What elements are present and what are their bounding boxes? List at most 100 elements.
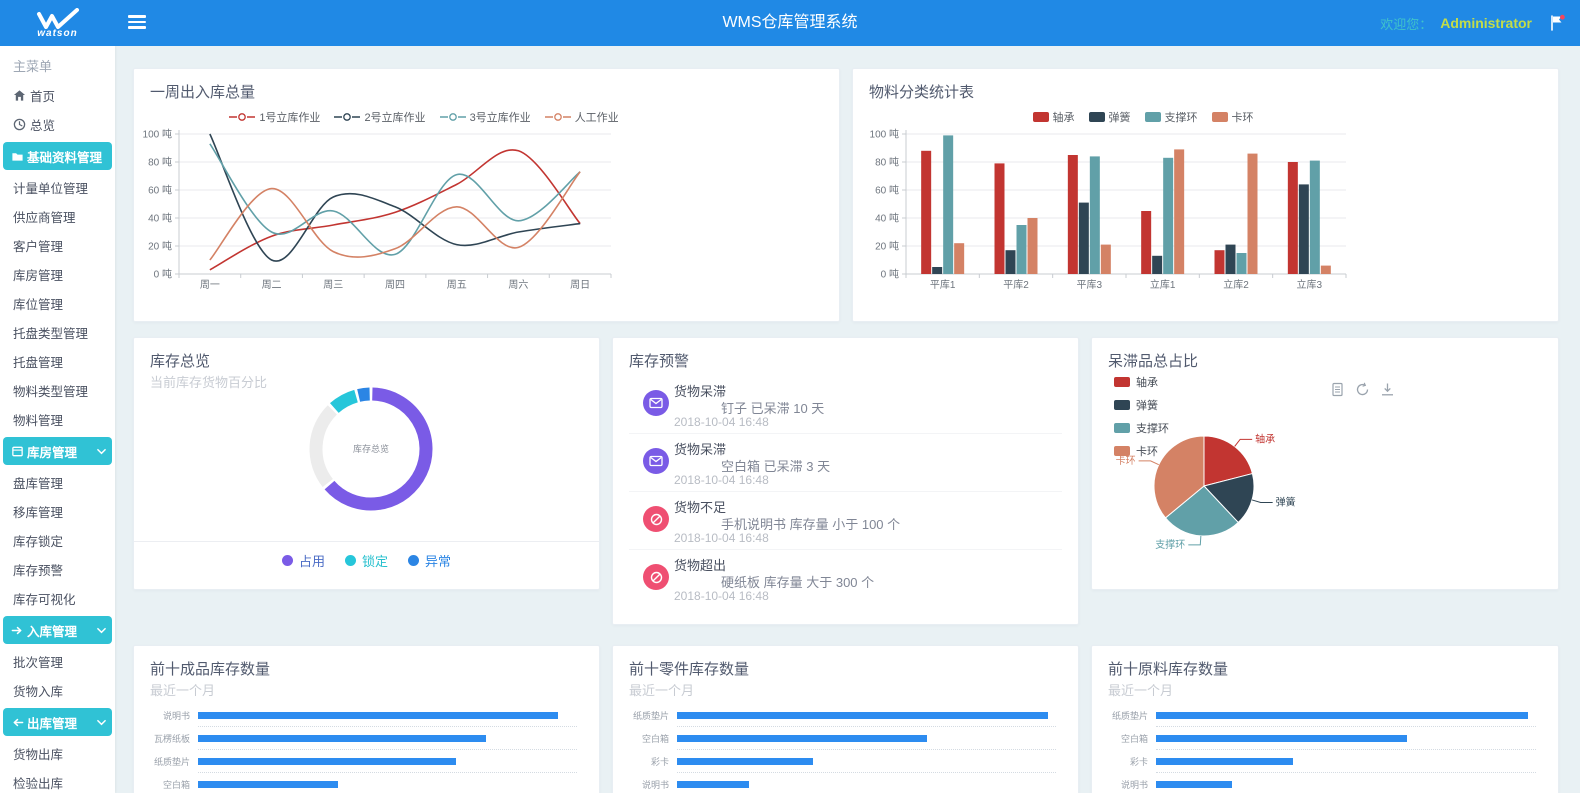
- chevron-down-icon: [97, 448, 106, 455]
- legend-item[interactable]: 锁定: [345, 551, 388, 570]
- hbar-track: [198, 735, 577, 742]
- alert-time: 2018-10-04 16:48: [674, 531, 769, 545]
- notification-flag-icon[interactable]: [1548, 14, 1566, 32]
- bar-chart: 0 吨20 吨40 吨60 吨80 吨100 吨平库1平库2平库3立库1立库2立…: [853, 124, 1393, 300]
- flag-icon: [1548, 14, 1566, 32]
- hbar-label: 说明书: [613, 778, 677, 791]
- svg-text:立库1: 立库1: [1150, 278, 1176, 291]
- svg-text:0 吨: 0 吨: [154, 268, 172, 281]
- card-title: 库存总览: [150, 350, 210, 371]
- alert-title: 货物呆滞: [674, 381, 726, 400]
- alert-icon: [643, 506, 669, 532]
- sidebar-item[interactable]: 托盘管理: [0, 347, 115, 376]
- svg-text:库存总览: 库存总览: [353, 443, 389, 454]
- sidebar-item[interactable]: 批次管理: [0, 647, 115, 676]
- alert-icon: [643, 564, 669, 590]
- sidebar-item[interactable]: 物料类型管理: [0, 376, 115, 405]
- sidebar-item[interactable]: 货物出库: [0, 739, 115, 768]
- hbar-row: 纸质垫片: [134, 750, 599, 772]
- legend-item[interactable]: 轴承: [1114, 374, 1169, 390]
- hbar-bar: [1156, 735, 1407, 742]
- card-material-stats: 物料分类统计表 轴承弹簧支撑环卡环 0 吨20 吨40 吨60 吨80 吨100…: [852, 68, 1559, 322]
- legend-label: 弹簧: [1136, 397, 1158, 413]
- divider: [134, 541, 599, 542]
- legend-item[interactable]: 卡环: [1212, 109, 1254, 125]
- sidebar-group[interactable]: 库房管理: [3, 437, 112, 465]
- svg-text:周四: 周四: [385, 279, 405, 291]
- hbar-row: 彩卡: [1092, 750, 1558, 772]
- data-view-icon[interactable]: [1330, 382, 1345, 397]
- alert-item: 货物超出硬纸板 库存量 大于 300 个2018-10-04 16:48: [629, 550, 1062, 607]
- legend-item[interactable]: 3号立库作业: [440, 109, 531, 125]
- legend-item[interactable]: 2号立库作业: [334, 109, 425, 125]
- sidebar-item[interactable]: 货物入库: [0, 676, 115, 705]
- card-title: 库存预警: [629, 350, 689, 371]
- username[interactable]: Administrator: [1440, 15, 1532, 31]
- legend-item[interactable]: 1号立库作业: [229, 109, 320, 125]
- hbar-row: 彩卡: [613, 750, 1078, 772]
- card-title: 一周出入库总量: [150, 81, 255, 102]
- hbar-label: 纸质垫片: [134, 755, 198, 768]
- legend-label: 人工作业: [575, 109, 619, 125]
- card-top10-parts: 前十零件库存数量 最近一个月 纸质垫片空白箱彩卡说明书: [612, 645, 1079, 793]
- restore-icon[interactable]: [1355, 382, 1370, 397]
- sidebar-item[interactable]: 托盘类型管理: [0, 318, 115, 347]
- hbar-bar: [1156, 758, 1293, 765]
- hbar-bar: [198, 712, 558, 719]
- sidebar-item[interactable]: 库存锁定: [0, 526, 115, 555]
- legend-item[interactable]: 弹簧: [1114, 397, 1169, 413]
- hbar-label: 说明书: [1092, 778, 1156, 791]
- pie-chart: 轴承弹簧支撑环卡环: [1092, 428, 1432, 589]
- legend-item[interactable]: 占用: [282, 551, 325, 570]
- sidebar-item-label: 库房管理: [13, 265, 63, 284]
- sidebar-item-label: 检验出库: [13, 773, 63, 792]
- sidebar-group[interactable]: 出库管理: [3, 708, 112, 736]
- alert-time: 2018-10-04 16:48: [674, 415, 769, 429]
- hbar-label: 空白箱: [1092, 732, 1156, 745]
- sidebar-item[interactable]: 库位管理: [0, 289, 115, 318]
- sidebar-item[interactable]: 首页: [0, 81, 115, 110]
- card-subtitle: 最近一个月: [629, 680, 694, 699]
- sidebar-item[interactable]: 总览: [0, 110, 115, 139]
- sidebar-item[interactable]: 库存可视化: [0, 584, 115, 613]
- line-chart: 0 吨20 吨40 吨60 吨80 吨100 吨周一周二周三周四周五周六周日: [134, 124, 714, 300]
- card-title: 前十零件库存数量: [629, 658, 749, 679]
- sidebar-item[interactable]: 物料管理: [0, 405, 115, 434]
- legend-item[interactable]: 异常: [408, 551, 451, 570]
- hbar-label: 彩卡: [1092, 755, 1156, 768]
- hbar-label: 瓦楞纸板: [134, 732, 198, 745]
- sidebar-item[interactable]: 库存预警: [0, 555, 115, 584]
- sidebar-item[interactable]: 移库管理: [0, 497, 115, 526]
- hbar-bar: [198, 758, 456, 765]
- mail-icon: [643, 390, 669, 416]
- save-image-icon[interactable]: [1380, 382, 1395, 397]
- hbar-row: 纸质垫片: [1092, 704, 1558, 726]
- hbar-bar: [677, 781, 749, 788]
- hbar-track: [1156, 735, 1536, 742]
- warehouse-icon: [11, 445, 24, 458]
- legend-item[interactable]: 弹簧: [1089, 109, 1131, 125]
- sidebar-item[interactable]: 检验出库: [0, 768, 115, 793]
- alert-item: 货物不足手机说明书 库存量 小于 100 个2018-10-04 16:48: [629, 492, 1062, 550]
- legend-item[interactable]: 支撑环: [1145, 109, 1198, 125]
- sidebar-group[interactable]: 基础资料管理: [3, 142, 112, 170]
- page-title: WMS仓库管理系统: [0, 0, 1580, 46]
- sidebar-group[interactable]: 入库管理: [3, 616, 112, 644]
- legend-item[interactable]: 人工作业: [545, 109, 619, 125]
- hbar-label: 纸质垫片: [613, 709, 677, 722]
- hbar-track: [1156, 712, 1536, 719]
- hbar-track: [198, 712, 577, 719]
- legend-item[interactable]: 轴承: [1033, 109, 1075, 125]
- sidebar-item[interactable]: 供应商管理: [0, 202, 115, 231]
- sidebar-item[interactable]: 库房管理: [0, 260, 115, 289]
- hbar-track: [1156, 781, 1536, 788]
- mail-icon: [643, 448, 669, 474]
- donut-legend: 占用 锁定 异常: [134, 551, 599, 570]
- sidebar-item[interactable]: 客户管理: [0, 231, 115, 260]
- sidebar-item[interactable]: 盘库管理: [0, 468, 115, 497]
- sidebar-item-label: 客户管理: [13, 236, 63, 255]
- card-top10-raw: 前十原料库存数量 最近一个月 纸质垫片空白箱彩卡说明书: [1091, 645, 1559, 793]
- sidebar-item[interactable]: 计量单位管理: [0, 173, 115, 202]
- legend-label: 轴承: [1053, 109, 1075, 125]
- sidebar-heading: 主菜单: [0, 46, 115, 81]
